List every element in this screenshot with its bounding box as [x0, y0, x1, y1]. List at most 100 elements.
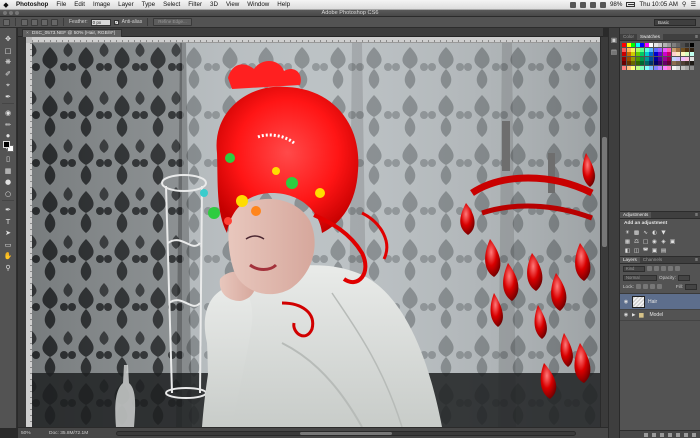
- document-size[interactable]: Doc: 35.8M/72.1M: [46, 431, 106, 436]
- workspace-switcher[interactable]: Basic: [654, 18, 696, 26]
- color-swatch[interactable]: [680, 61, 685, 65]
- color-swatch[interactable]: [662, 65, 667, 70]
- spotlight-search-icon[interactable]: ⚲: [682, 1, 687, 8]
- zoom-tool-icon[interactable]: ⚲: [3, 263, 13, 273]
- color-swatch[interactable]: [653, 61, 658, 65]
- color-swatch[interactable]: [631, 56, 635, 61]
- layer-filter-kind[interactable]: Kind: [623, 265, 645, 272]
- color-swatch[interactable]: [653, 47, 658, 52]
- color-swatch[interactable]: [649, 52, 653, 56]
- color-swatch[interactable]: [676, 47, 680, 52]
- panel-menu-icon[interactable]: ≡: [695, 257, 698, 264]
- color-swatch[interactable]: [653, 43, 658, 47]
- color-swatch[interactable]: [667, 52, 671, 56]
- filter-shape-icon[interactable]: [668, 266, 673, 271]
- add-to-selection-button[interactable]: [31, 18, 38, 26]
- move-tool-icon[interactable]: ✥: [3, 34, 13, 44]
- color-swatch[interactable]: [644, 65, 649, 70]
- new-group-icon[interactable]: [676, 432, 680, 437]
- color-swatch[interactable]: [671, 61, 676, 65]
- color-swatch[interactable]: [644, 43, 649, 47]
- color-swatch[interactable]: [658, 47, 662, 52]
- color-swatch[interactable]: [680, 56, 685, 61]
- healing-brush-tool-icon[interactable]: ◉: [3, 108, 13, 118]
- close-document-icon[interactable]: ×: [26, 31, 29, 36]
- tool-preset-picker[interactable]: [3, 18, 10, 26]
- color-swatch[interactable]: [626, 65, 631, 70]
- menu-image[interactable]: Image: [89, 1, 114, 8]
- color-swatch[interactable]: [685, 65, 689, 70]
- color-swatch[interactable]: [685, 47, 689, 52]
- fill-input[interactable]: [685, 283, 697, 290]
- visibility-eye-icon[interactable]: ◉: [623, 299, 629, 305]
- zoom-window-icon[interactable]: [15, 11, 19, 15]
- color-swatch[interactable]: [635, 43, 640, 47]
- color-swatch[interactable]: [662, 56, 667, 61]
- color-swatch[interactable]: [689, 61, 694, 65]
- color-swatch[interactable]: [640, 47, 644, 52]
- history-panel-icon[interactable]: ▣: [610, 36, 618, 44]
- tab-color[interactable]: Color: [620, 34, 637, 40]
- intersect-selection-button[interactable]: [51, 18, 58, 26]
- color-swatch[interactable]: [676, 43, 680, 47]
- menu-file[interactable]: File: [52, 1, 70, 8]
- bluetooth-icon[interactable]: [579, 1, 586, 8]
- color-swatch[interactable]: [653, 52, 658, 56]
- horizontal-scrollbar[interactable]: [116, 430, 576, 436]
- expand-group-icon[interactable]: ▶: [632, 312, 635, 318]
- color-swatch[interactable]: [644, 52, 649, 56]
- new-selection-button[interactable]: [21, 18, 28, 26]
- color-swatch[interactable]: [622, 47, 626, 52]
- panel-menu-icon[interactable]: ≡: [695, 212, 698, 219]
- color-swatch[interactable]: [662, 43, 667, 47]
- color-swatch[interactable]: [685, 56, 689, 61]
- layer-row-hair[interactable]: ◉ Hair: [620, 294, 700, 310]
- feather-input[interactable]: 0 px: [90, 18, 111, 26]
- color-swatch[interactable]: [671, 43, 676, 47]
- layer-name[interactable]: Hair: [648, 299, 657, 305]
- tab-channels[interactable]: Channels: [640, 257, 665, 263]
- invert-icon[interactable]: ◧: [624, 247, 631, 254]
- vertical-scrollbar[interactable]: [600, 37, 608, 427]
- color-swatch[interactable]: [653, 56, 658, 61]
- color-lookup-icon[interactable]: ▣: [669, 238, 676, 245]
- color-swatch[interactable]: [667, 43, 671, 47]
- color-swatch[interactable]: [676, 61, 680, 65]
- apple-menu-icon[interactable]: ◆: [0, 1, 12, 9]
- posterize-icon[interactable]: ◫: [633, 247, 640, 254]
- type-tool-icon[interactable]: T: [3, 217, 13, 227]
- menu-3d[interactable]: 3D: [206, 1, 222, 8]
- color-swatch[interactable]: [676, 65, 680, 70]
- color-swatch[interactable]: [644, 56, 649, 61]
- color-swatch[interactable]: [680, 52, 685, 56]
- filter-smart-object-icon[interactable]: [675, 266, 680, 271]
- color-swatch[interactable]: [667, 61, 671, 65]
- filter-pixel-icon[interactable]: [647, 266, 652, 271]
- tab-layers[interactable]: Layers: [620, 257, 640, 263]
- color-swatch[interactable]: [676, 52, 680, 56]
- color-swatch[interactable]: [622, 43, 626, 47]
- color-swatch[interactable]: [640, 61, 644, 65]
- color-swatch[interactable]: [667, 56, 671, 61]
- levels-icon[interactable]: ▩: [633, 229, 640, 236]
- color-swatch[interactable]: [685, 52, 689, 56]
- brightness-contrast-icon[interactable]: ☀: [624, 229, 631, 236]
- new-adjustment-layer-icon[interactable]: [668, 432, 672, 437]
- new-layer-icon[interactable]: [684, 432, 688, 437]
- anti-alias-checkbox[interactable]: ✓: [113, 19, 119, 25]
- hand-tool-icon[interactable]: ✋: [3, 251, 13, 261]
- lock-transparent-icon[interactable]: [635, 284, 641, 289]
- color-swatch[interactable]: [640, 52, 644, 56]
- color-swatch[interactable]: [685, 61, 689, 65]
- wifi-icon[interactable]: [589, 1, 596, 8]
- exposure-icon[interactable]: ◐: [651, 229, 658, 236]
- brush-tool-icon[interactable]: ✏: [3, 120, 13, 130]
- hue-saturation-icon[interactable]: ▦: [624, 238, 631, 245]
- color-swatch[interactable]: [649, 43, 653, 47]
- color-swatch[interactable]: [676, 56, 680, 61]
- color-swatch[interactable]: [689, 56, 694, 61]
- vertical-scroll-thumb[interactable]: [602, 137, 607, 247]
- threshold-icon[interactable]: ◚: [642, 247, 649, 254]
- color-swatch[interactable]: [649, 47, 653, 52]
- color-swatch[interactable]: [622, 56, 626, 61]
